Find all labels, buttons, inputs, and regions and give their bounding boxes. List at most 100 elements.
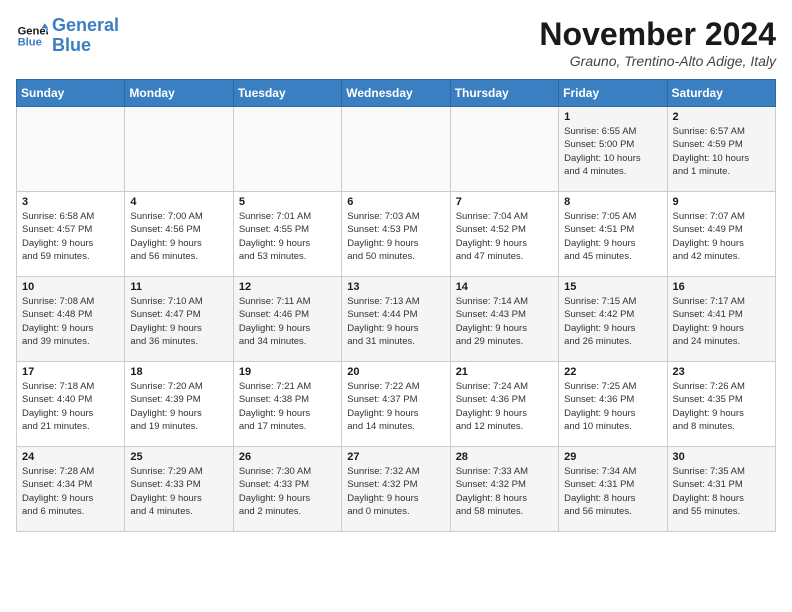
day-info: Sunset: 4:57 PM [22, 223, 119, 236]
day-info: Daylight: 9 hours [347, 407, 444, 420]
day-number: 30 [673, 451, 770, 463]
day-info: Daylight: 9 hours [130, 492, 227, 505]
day-info: Sunset: 4:49 PM [673, 223, 770, 236]
day-number: 11 [130, 281, 227, 293]
day-info: Sunrise: 7:25 AM [564, 380, 661, 393]
logo-icon: General Blue [16, 20, 48, 52]
calendar-cell [342, 107, 450, 192]
calendar-cell: 17 Sunrise: 7:18 AMSunset: 4:40 PMDayligh… [17, 362, 125, 447]
calendar-cell: 23Sunrise: 7:26 AMSunset: 4:35 PMDayligh… [667, 362, 775, 447]
calendar-cell: 12Sunrise: 7:11 AMSunset: 4:46 PMDayligh… [233, 277, 341, 362]
day-info: and 4 minutes. [564, 165, 661, 178]
day-number: 10 [22, 281, 119, 293]
day-info: Daylight: 9 hours [564, 237, 661, 250]
day-info: Sunset: 4:59 PM [673, 138, 770, 151]
calendar-cell: 9Sunrise: 7:07 AMSunset: 4:49 PMDaylight… [667, 192, 775, 277]
day-info: Daylight: 9 hours [673, 322, 770, 335]
day-info: Sunrise: 7:11 AM [239, 295, 336, 308]
day-header-monday: Monday [125, 80, 233, 107]
day-number: 8 [564, 196, 661, 208]
day-info: Daylight: 9 hours [456, 237, 553, 250]
day-header-saturday: Saturday [667, 80, 775, 107]
day-info: and 39 minutes. [22, 335, 119, 348]
day-number: 5 [239, 196, 336, 208]
calendar-cell: 30Sunrise: 7:35 AMSunset: 4:31 PMDayligh… [667, 447, 775, 532]
day-info: Sunset: 4:40 PM [22, 393, 119, 406]
day-info: Daylight: 8 hours [673, 492, 770, 505]
day-info: Sunrise: 7:35 AM [673, 465, 770, 478]
calendar-cell: 13Sunrise: 7:13 AMSunset: 4:44 PMDayligh… [342, 277, 450, 362]
day-info: and 59 minutes. [22, 250, 119, 263]
day-info: Sunrise: 7:26 AM [673, 380, 770, 393]
day-info: Daylight: 9 hours [456, 407, 553, 420]
calendar-cell: 2 Sunrise: 6:57 AMSunset: 4:59 PMDaylight… [667, 107, 775, 192]
calendar-cell: 26Sunrise: 7:30 AMSunset: 4:33 PMDayligh… [233, 447, 341, 532]
logo: General Blue General Blue [16, 16, 119, 56]
day-number: 13 [347, 281, 444, 293]
calendar-cell: 8Sunrise: 7:05 AMSunset: 4:51 PMDaylight… [559, 192, 667, 277]
day-number: 6 [347, 196, 444, 208]
day-info: and 26 minutes. [564, 335, 661, 348]
day-number: 4 [130, 196, 227, 208]
day-info: Sunset: 4:36 PM [564, 393, 661, 406]
day-info: Daylight: 9 hours [456, 322, 553, 335]
day-info: Sunrise: 6:55 AM [564, 125, 661, 138]
day-info: Daylight: 9 hours [130, 322, 227, 335]
day-number: 7 [456, 196, 553, 208]
day-info: Sunset: 4:33 PM [239, 478, 336, 491]
week-row-3: 10Sunrise: 7:08 AMSunset: 4:48 PMDayligh… [17, 277, 776, 362]
day-info: Sunrise: 7:10 AM [130, 295, 227, 308]
day-info: Sunrise: 7:28 AM [22, 465, 119, 478]
month-title: November 2024 [539, 16, 776, 53]
week-row-2: 3Sunrise: 6:58 AMSunset: 4:57 PMDaylight… [17, 192, 776, 277]
day-info: Daylight: 9 hours [564, 407, 661, 420]
day-info: Sunrise: 7:18 AM [22, 380, 119, 393]
day-info: and 21 minutes. [22, 420, 119, 433]
calendar-cell [450, 107, 558, 192]
day-header-tuesday: Tuesday [233, 80, 341, 107]
calendar-cell: 15Sunrise: 7:15 AMSunset: 4:42 PMDayligh… [559, 277, 667, 362]
day-header-wednesday: Wednesday [342, 80, 450, 107]
calendar-cell: 14Sunrise: 7:14 AMSunset: 4:43 PMDayligh… [450, 277, 558, 362]
day-info: and 6 minutes. [22, 505, 119, 518]
day-info: and 12 minutes. [456, 420, 553, 433]
day-info: Daylight: 9 hours [347, 492, 444, 505]
svg-text:Blue: Blue [18, 36, 42, 48]
day-number: 14 [456, 281, 553, 293]
day-info: Sunrise: 6:57 AM [673, 125, 770, 138]
day-info: and 19 minutes. [130, 420, 227, 433]
calendar-table: SundayMondayTuesdayWednesdayThursdayFrid… [16, 79, 776, 532]
day-info: Daylight: 9 hours [347, 322, 444, 335]
day-info: and 58 minutes. [456, 505, 553, 518]
day-info: and 24 minutes. [673, 335, 770, 348]
day-number: 23 [673, 366, 770, 378]
day-info: Sunrise: 7:22 AM [347, 380, 444, 393]
calendar-cell [233, 107, 341, 192]
calendar-cell: 29Sunrise: 7:34 AMSunset: 4:31 PMDayligh… [559, 447, 667, 532]
day-info: and 56 minutes. [564, 505, 661, 518]
day-info: Sunrise: 7:17 AM [673, 295, 770, 308]
day-info: Daylight: 9 hours [130, 237, 227, 250]
day-info: Sunset: 4:41 PM [673, 308, 770, 321]
week-row-5: 24Sunrise: 7:28 AMSunset: 4:34 PMDayligh… [17, 447, 776, 532]
day-info: Sunrise: 7:15 AM [564, 295, 661, 308]
day-number: 16 [673, 281, 770, 293]
day-info: and 17 minutes. [239, 420, 336, 433]
day-number: 17 [22, 366, 119, 378]
day-header-sunday: Sunday [17, 80, 125, 107]
day-info: Sunset: 4:34 PM [22, 478, 119, 491]
calendar-cell: 10Sunrise: 7:08 AMSunset: 4:48 PMDayligh… [17, 277, 125, 362]
day-info: Daylight: 10 hours [673, 152, 770, 165]
day-info: Sunset: 4:33 PM [130, 478, 227, 491]
day-info: Sunrise: 7:03 AM [347, 210, 444, 223]
calendar-cell [17, 107, 125, 192]
day-number: 2 [673, 111, 770, 123]
day-info: Daylight: 9 hours [22, 237, 119, 250]
day-info: Daylight: 9 hours [347, 237, 444, 250]
day-info: Sunset: 4:51 PM [564, 223, 661, 236]
day-number: 29 [564, 451, 661, 463]
day-info: Daylight: 9 hours [22, 407, 119, 420]
day-info: Sunrise: 7:08 AM [22, 295, 119, 308]
day-info: Daylight: 9 hours [239, 407, 336, 420]
day-number: 3 [22, 196, 119, 208]
